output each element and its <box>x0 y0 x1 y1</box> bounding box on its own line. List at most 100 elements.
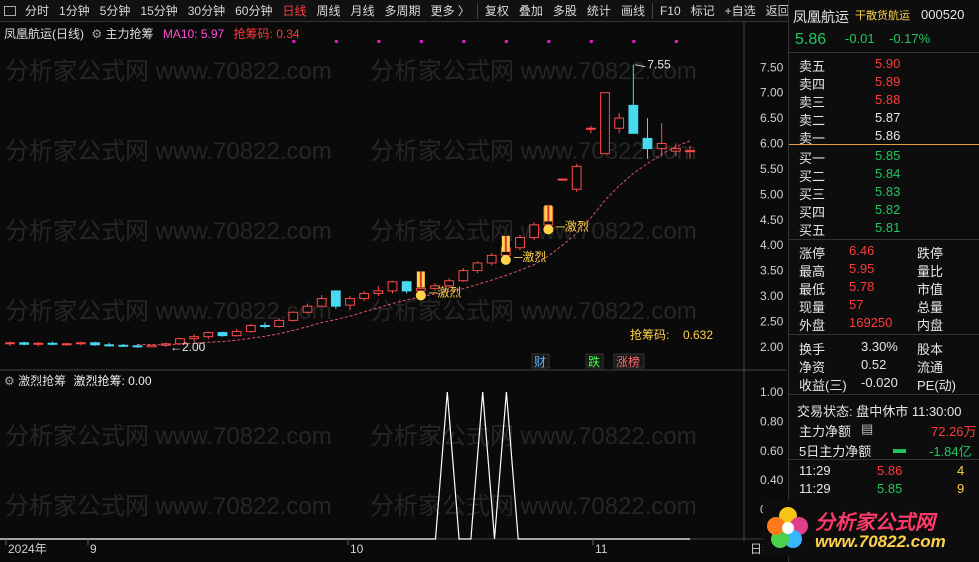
toolbar-item-8[interactable]: 月线 <box>346 2 380 19</box>
candle-body <box>628 104 639 134</box>
tick-row: 11:29 5.86 4 <box>789 462 979 480</box>
chart-header: 凤凰航运(日线) ⚙ 主力抢筹 MA10: 5.97 抢筹码: 0.34 <box>4 25 300 42</box>
low-label: ←2.00 <box>170 340 206 354</box>
toolbar-item-6[interactable]: 日线 <box>277 2 311 19</box>
ask-row: 卖五 5.90 <box>789 55 979 74</box>
stat-value: 5.78 <box>849 279 875 294</box>
candle-body <box>656 143 667 150</box>
sub-tick-label: 0.60 <box>760 444 784 458</box>
tick-row: 11:29 5.85 9 <box>789 480 979 498</box>
toolbar-item-3[interactable]: 15分钟 <box>135 2 182 19</box>
xaxis-label: 11 <box>595 542 608 556</box>
toolbar-item-0[interactable]: 分时 <box>20 2 54 19</box>
signal-stripe <box>504 235 507 252</box>
tick-price: 5.86 <box>877 463 903 478</box>
candle-body <box>260 324 270 328</box>
signal-label: ─激烈 <box>555 219 589 233</box>
ma-dot <box>377 40 381 43</box>
toolbar-item-5[interactable]: 60分钟 <box>230 2 277 19</box>
price-tick-label: 6.00 <box>760 137 784 151</box>
status-row: 交易状态: 盘中休市 11:30:00 <box>789 400 979 419</box>
stat-label: 外盘 <box>799 318 826 333</box>
sub-tick-label: 0.80 <box>760 414 784 428</box>
stat-row: 换手 3.30% 股本 <box>789 338 979 357</box>
candle-body <box>585 127 596 130</box>
candle-body <box>670 148 681 152</box>
last-price: 5.86 <box>795 31 827 48</box>
tick-price: 5.85 <box>877 481 903 496</box>
divider <box>789 239 979 240</box>
divider <box>789 459 979 460</box>
candle-body <box>47 342 58 345</box>
ask-price: 5.88 <box>875 92 901 107</box>
candle-body <box>557 178 568 181</box>
toolbar-item-9[interactable]: 多周期 <box>380 2 426 19</box>
tick-volume: 9 <box>957 481 965 496</box>
toolbar-item-2[interactable]: 5分钟 <box>95 2 136 19</box>
flow-label: 5日主力净额 <box>799 444 872 459</box>
stat-value: 169250 <box>849 315 893 330</box>
price-tick-label: 7.50 <box>760 60 784 74</box>
settings-icon[interactable]: ⚙ <box>4 374 15 388</box>
indicator-name[interactable]: 主力抢筹 <box>105 27 153 41</box>
xaxis-label: 2024年 <box>8 542 47 556</box>
signal-label: ─激烈 <box>513 250 547 264</box>
toolbar-item-16[interactable]: F10 <box>655 4 686 18</box>
ask-row: 卖三 5.88 <box>789 91 979 110</box>
qcm-label: 抢筹码: <box>630 327 669 342</box>
watermark: 分析家公式网 www.70822.com <box>5 423 332 450</box>
stat-row: 最高 5.95 量比 <box>789 260 979 279</box>
ma-dot <box>632 40 636 43</box>
quote-title: 凤凰航运 干散货航运 000520 <box>789 6 979 25</box>
menu-square-icon[interactable] <box>4 5 16 16</box>
qcm-value: 0.632 <box>683 328 713 342</box>
bid-row: 买五 5.81 <box>789 219 979 238</box>
candle-body <box>118 344 129 347</box>
ask-price: 5.87 <box>875 110 901 125</box>
sub-tick-label: 1.00 <box>760 385 784 399</box>
toolbar-item-10[interactable]: 更多 〉 <box>426 2 475 19</box>
sub-tick-label: 0.40 <box>760 473 784 487</box>
flow-row: 主力净额 ▤ 72.26万 <box>789 420 979 439</box>
candle-body <box>288 311 299 321</box>
tag-0: 财 <box>534 355 546 369</box>
candle-body <box>359 292 370 300</box>
watermark: 分析家公式网 www.70822.com <box>370 298 697 325</box>
toolbar-item-13[interactable]: 多股 <box>548 2 582 19</box>
settings-icon[interactable]: ⚙ <box>91 27 102 41</box>
toolbar-item-18[interactable]: +自选 <box>720 2 761 19</box>
kline-chart[interactable]: 分析家公式网 www.70822.com 分析家公式网 www.70822.com… <box>0 22 786 562</box>
price-tick-label: 3.00 <box>760 289 784 303</box>
sub-value: 激烈抢筹: 0.00 <box>73 374 152 388</box>
price-tick-label: 4.00 <box>760 238 784 252</box>
toolbar-item-11[interactable]: 复权 <box>480 2 514 19</box>
bid-label: 买五 <box>799 223 826 238</box>
stat-value: 6.46 <box>849 243 875 258</box>
sub-title[interactable]: 激烈抢筹 <box>18 374 66 388</box>
stat-label-2: 内盘 <box>917 318 944 333</box>
toolbar-item-17[interactable]: 标记 <box>686 2 720 19</box>
site-logo: 分析家公式网 www.70822.com <box>763 500 979 556</box>
signal-stripe <box>547 205 550 222</box>
chart-area[interactable]: 分析家公式网 www.70822.com 分析家公式网 www.70822.com… <box>0 22 786 562</box>
change-pct: -0.17% <box>889 31 931 46</box>
flower-logo-icon <box>767 507 808 548</box>
candle-body <box>33 342 44 345</box>
toolbar-item-1[interactable]: 1分钟 <box>54 2 95 19</box>
divider <box>789 334 979 335</box>
toolbar-item-7[interactable]: 周线 <box>311 2 345 19</box>
toolbar-item-4[interactable]: 30分钟 <box>183 2 230 19</box>
stat-value: 3.30% <box>861 339 898 354</box>
stat-label: 收益(三) <box>799 378 847 393</box>
candle-body <box>401 281 412 292</box>
logo-url: www.70822.com <box>815 532 946 551</box>
table-icon: ▤ <box>861 421 874 436</box>
current-price-line <box>789 144 979 145</box>
divider <box>789 52 979 53</box>
toolbar-separator <box>476 2 478 19</box>
candle-body <box>373 290 384 294</box>
toolbar-item-15[interactable]: 画线 <box>616 2 650 19</box>
trade-status: 交易状态: 盘中休市 11:30:00 <box>797 404 962 419</box>
toolbar-item-12[interactable]: 叠加 <box>514 2 548 19</box>
toolbar-item-14[interactable]: 统计 <box>582 2 616 19</box>
